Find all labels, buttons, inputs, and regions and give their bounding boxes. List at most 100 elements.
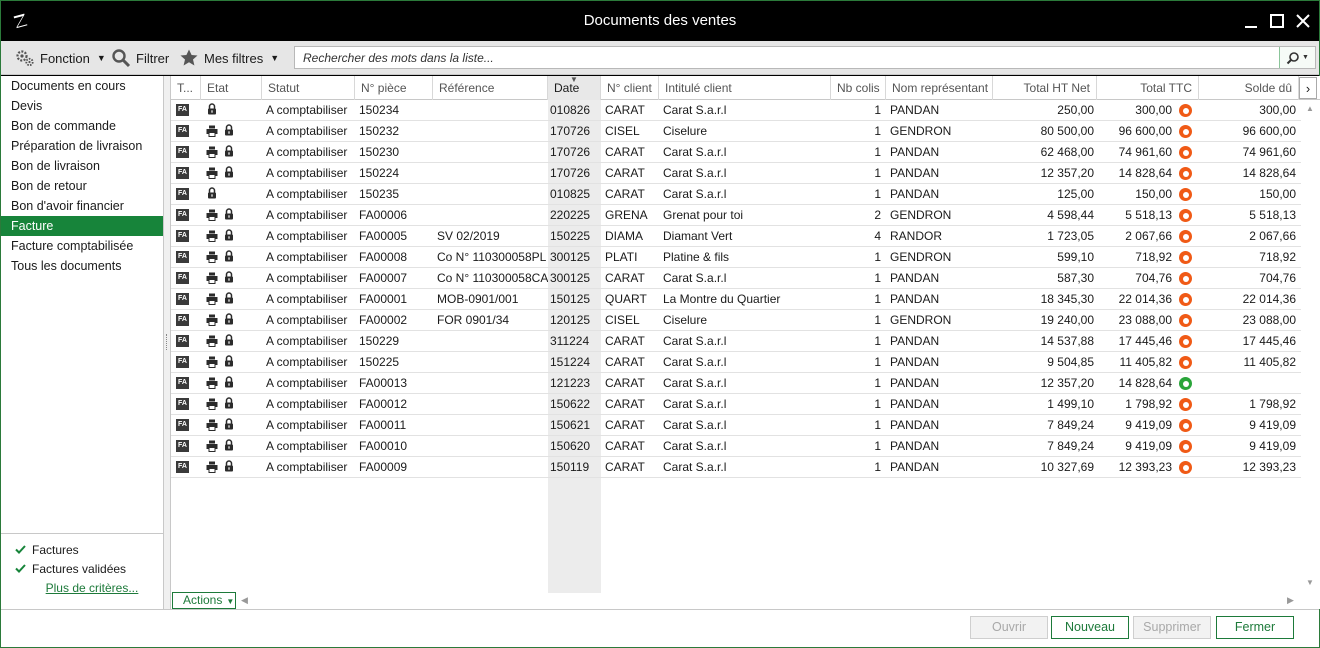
table-row[interactable]: FA A comptabiliser FA00010 150620 CARAT Carat… — [171, 436, 1301, 457]
table-row[interactable]: FA A comptabiliser 150230 170726 CARAT Carat … — [171, 142, 1301, 163]
lock-icon — [225, 460, 233, 472]
cell-client: CARAT — [605, 271, 645, 285]
cell-statut: A comptabiliser — [266, 166, 348, 180]
filtrer-button[interactable]: Filtrer — [111, 47, 169, 69]
cell-ht: 9 504,85 — [1047, 355, 1094, 369]
printer-icon — [206, 230, 218, 242]
cell-colis: 1 — [874, 292, 881, 306]
scroll-columns-right-button[interactable]: › — [1299, 77, 1317, 99]
filtrer-label: Filtrer — [136, 50, 170, 66]
cell-ht: 10 327,69 — [1040, 460, 1094, 474]
cell-ref — [433, 331, 548, 351]
table-row[interactable]: FA A comptabiliser 150232 170726 CISEL Ciselu… — [171, 121, 1301, 142]
checkbox-checked-icon[interactable] — [15, 544, 26, 555]
column-header[interactable]: Total HT Net — [993, 76, 1097, 100]
column-header[interactable]: N° client — [601, 76, 659, 100]
scroll-left-icon[interactable]: ◀ — [241, 595, 248, 606]
cell-piece: 150225 — [359, 355, 400, 369]
lock-icon — [225, 208, 233, 220]
filter-checkbox-row[interactable]: Factures — [1, 540, 163, 559]
cell-solde: 1 798,92 — [1249, 397, 1296, 411]
payment-status-icon — [1179, 104, 1192, 117]
search-input[interactable]: Rechercher des mots dans la liste... ▼ — [294, 46, 1316, 69]
minimize-icon[interactable] — [1239, 9, 1263, 33]
column-header[interactable]: Etat — [201, 76, 262, 100]
bottom-button-bar: Ouvrir Nouveau Supprimer Fermer — [1, 609, 1319, 647]
printer-icon — [206, 314, 218, 326]
table-row[interactable]: FA A comptabiliser FA00007 Co N° 110300058C… — [171, 268, 1301, 289]
table-row[interactable]: FA A comptabiliser FA00006 220225 GRENA Grena… — [171, 205, 1301, 226]
cell-ref — [433, 436, 548, 456]
table-row[interactable]: FA A comptabiliser 150234 010826 CARAT Carat … — [171, 100, 1301, 121]
actions-button[interactable]: Actions ▼ — [172, 592, 236, 609]
table-row[interactable]: FA A comptabiliser FA00008 Co N° 110300058P… — [171, 247, 1301, 268]
column-header[interactable]: Date ▼ — [548, 76, 601, 100]
search-button[interactable]: ▼ — [1279, 47, 1315, 68]
vertical-scrollbar[interactable]: ▲ ▼ — [1301, 100, 1319, 593]
fonction-menu[interactable]: Fonction ▼ — [15, 47, 106, 69]
cell-client: CARAT — [605, 439, 645, 453]
supprimer-button[interactable]: Supprimer — [1133, 616, 1211, 639]
checkbox-checked-icon[interactable] — [15, 563, 26, 574]
more-criteria-link[interactable]: Plus de critères... — [1, 581, 163, 595]
ouvrir-button[interactable]: Ouvrir — [970, 616, 1048, 639]
sidebar-item[interactable]: Facture — [1, 216, 163, 236]
magnifier-icon — [112, 49, 131, 68]
column-header[interactable]: Intitulé client — [659, 76, 831, 100]
sidebar-item[interactable]: Tous les documents — [1, 256, 163, 276]
filter-checkbox-row[interactable]: Factures validées — [1, 559, 163, 578]
table-row[interactable]: FA A comptabiliser FA00012 150622 CARAT Carat… — [171, 394, 1301, 415]
cell-piece: 150229 — [359, 334, 400, 348]
sidebar-item[interactable]: Préparation de livraison — [1, 136, 163, 156]
column-header[interactable]: Statut — [262, 76, 355, 100]
sidebar-item[interactable]: Bon de commande — [1, 116, 163, 136]
splitter-grip[interactable] — [166, 334, 168, 350]
table-row[interactable]: FA A comptabiliser 150229 311224 CARAT Carat … — [171, 331, 1301, 352]
cell-ttc: 11 405,82 — [1119, 355, 1173, 369]
column-header[interactable]: Nom représentant — [886, 76, 993, 100]
table-row[interactable]: FA A comptabiliser FA00011 150621 CARAT Carat… — [171, 415, 1301, 436]
mes-filtres-menu[interactable]: Mes filtres ▼ — [179, 47, 279, 69]
column-header[interactable]: T... — [171, 76, 201, 100]
payment-status-icon — [1179, 377, 1192, 390]
table-row[interactable]: FA A comptabiliser FA00013 121223 CARAT Carat… — [171, 373, 1301, 394]
cell-client: CISEL — [605, 124, 640, 138]
sidebar-item[interactable]: Bon de livraison — [1, 156, 163, 176]
column-header[interactable]: Référence — [433, 76, 548, 100]
sidebar-item[interactable]: Facture comptabilisée — [1, 236, 163, 256]
column-header[interactable]: N° pièce — [355, 76, 433, 100]
table-row[interactable]: FA A comptabiliser 150235 010825 CARAT Carat … — [171, 184, 1301, 205]
fermer-button[interactable]: Fermer — [1216, 616, 1294, 639]
payment-status-icon — [1179, 293, 1192, 306]
sidebar-item[interactable]: Bon d'avoir financier — [1, 196, 163, 216]
sidebar-item[interactable]: Documents en cours — [1, 76, 163, 96]
sidebar-item[interactable]: Devis — [1, 96, 163, 116]
table-row[interactable]: FA A comptabiliser FA00009 150119 CARAT Carat… — [171, 457, 1301, 478]
cell-piece: FA00007 — [359, 271, 408, 285]
close-icon[interactable] — [1291, 9, 1315, 33]
column-header[interactable]: Nb colis — [831, 76, 886, 100]
scroll-down-icon[interactable]: ▼ — [1306, 578, 1314, 587]
printer-icon — [206, 272, 218, 284]
table-row[interactable]: FA A comptabiliser FA00001 MOB-0901/001 1501… — [171, 289, 1301, 310]
table-row[interactable]: FA A comptabiliser FA00002 FOR 0901/34 12012… — [171, 310, 1301, 331]
nouveau-button[interactable]: Nouveau — [1051, 616, 1129, 639]
cell-piece: 150234 — [359, 103, 400, 117]
sidebar-item[interactable]: Bon de retour — [1, 176, 163, 196]
table-row[interactable]: FA A comptabiliser FA00005 SV 02/2019 150225… — [171, 226, 1301, 247]
main-window: Documents des ventes Fonction ▼ Filtrer — [0, 0, 1320, 648]
scroll-right-icon[interactable]: ▶ — [1287, 595, 1294, 606]
cell-ttc: 12 393,23 — [1118, 460, 1172, 474]
maximize-icon[interactable] — [1265, 9, 1289, 33]
table-row[interactable]: FA A comptabiliser 150224 170726 CARAT Carat … — [171, 163, 1301, 184]
scroll-up-icon[interactable]: ▲ — [1306, 104, 1314, 113]
table-row[interactable]: FA A comptabiliser 150225 151224 CARAT Carat … — [171, 352, 1301, 373]
cell-ht: 4 598,44 — [1047, 208, 1094, 222]
cell-ref — [433, 394, 548, 414]
cell-ttc: 5 518,13 — [1125, 208, 1172, 222]
cell-solde: 74 961,60 — [1242, 145, 1296, 159]
column-header[interactable]: Solde dû — [1199, 76, 1299, 100]
payment-status-icon — [1179, 230, 1192, 243]
cell-colis: 2 — [874, 208, 881, 222]
column-header[interactable]: Total TTC — [1097, 76, 1199, 100]
